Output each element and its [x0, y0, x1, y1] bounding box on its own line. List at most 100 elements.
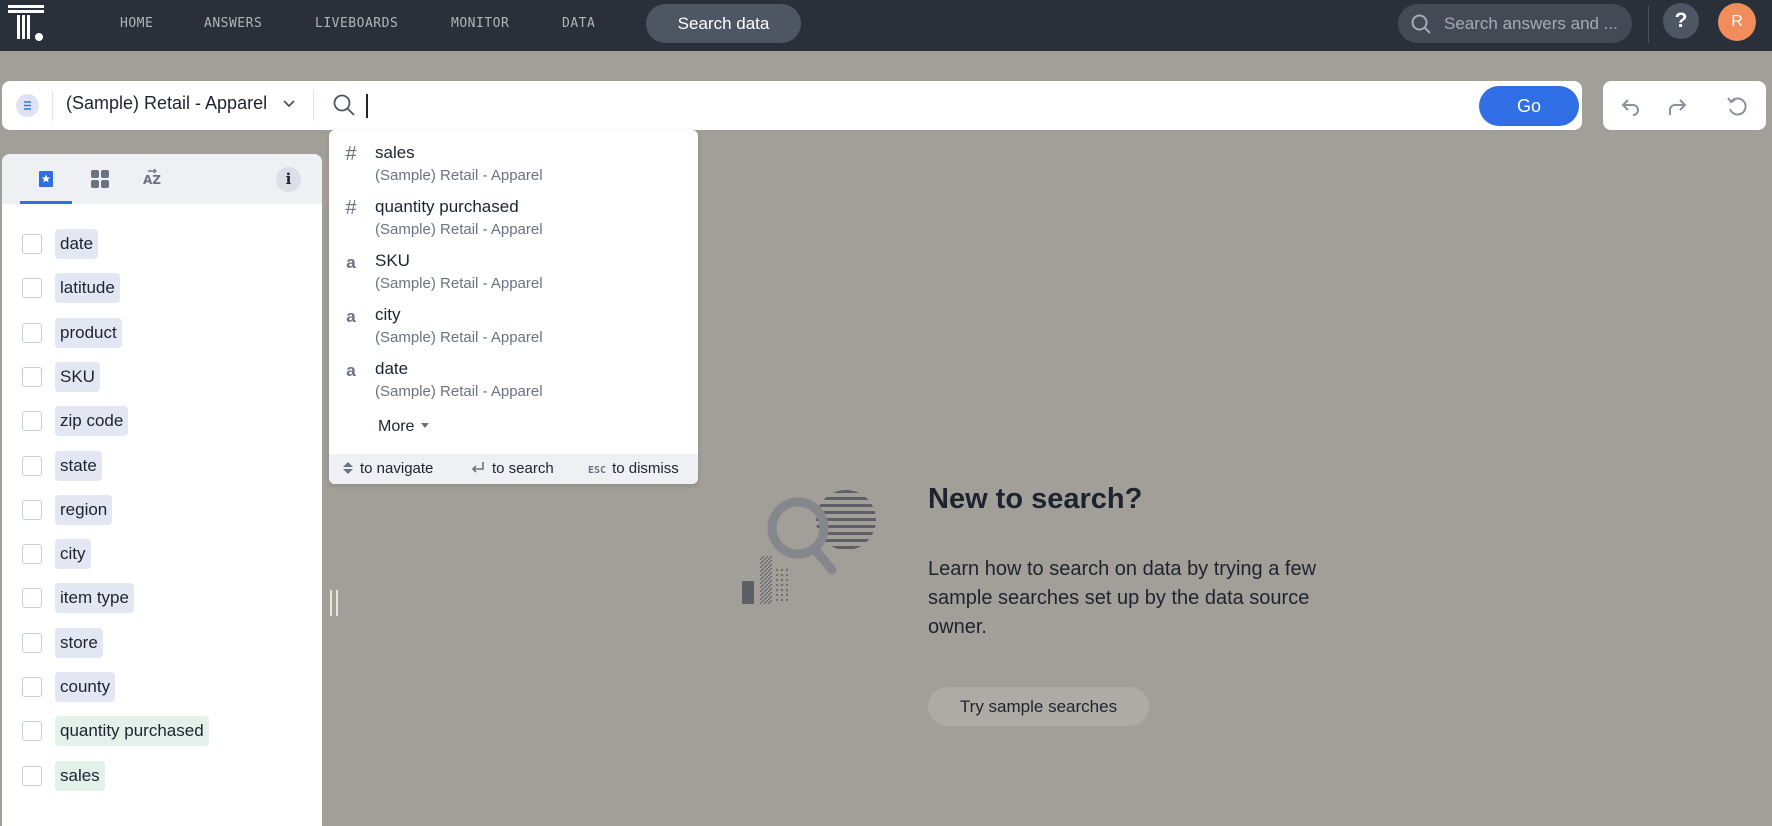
suggestion-item[interactable]: # quantity purchased (Sample) Retail - App… [329, 194, 698, 248]
column-checkbox[interactable] [22, 500, 42, 520]
column-row[interactable]: item type [2, 580, 322, 616]
column-chip[interactable]: sales [55, 761, 105, 791]
suggestion-name: date [375, 359, 409, 378]
column-row[interactable]: county [2, 669, 322, 705]
dismiss-hint: ESC to dismiss [588, 460, 679, 477]
column-row[interactable]: state [2, 448, 322, 484]
text-cursor [366, 94, 368, 118]
column-checkbox[interactable] [22, 278, 42, 298]
chevron-down-icon[interactable] [282, 97, 296, 111]
empty-state-title: New to search? [928, 483, 1143, 515]
suggestion-item[interactable]: a SKU (Sample) Retail - Apparel [329, 248, 698, 302]
column-chip[interactable]: SKU [55, 362, 100, 392]
empty-state-description: Learn how to search on data by trying a … [928, 558, 1317, 638]
column-row[interactable]: store [2, 625, 322, 661]
column-checkbox[interactable] [22, 633, 42, 653]
info-button[interactable]: i [276, 167, 301, 192]
measure-type-icon: # [345, 197, 357, 219]
user-avatar[interactable]: R [1718, 3, 1756, 41]
column-checkbox[interactable] [22, 588, 42, 608]
column-checkbox[interactable] [22, 234, 42, 254]
caret-down-icon [421, 423, 430, 428]
navigate-hint: to navigate [342, 460, 433, 477]
search-data-button[interactable]: Search data [646, 4, 801, 43]
global-search-input[interactable]: Search answers and ... [1398, 4, 1632, 43]
suggestion-name: quantity purchased [375, 197, 519, 216]
help-button[interactable]: ? [1663, 3, 1699, 39]
history-controls [1603, 81, 1766, 130]
column-chip[interactable]: state [55, 451, 102, 481]
column-chip[interactable]: date [55, 229, 99, 259]
try-sample-searches-button[interactable]: Try sample searches [928, 687, 1149, 726]
bookmark-star-icon[interactable] [34, 167, 58, 191]
data-source-selector[interactable]: (Sample) Retail - Apparel [66, 93, 267, 114]
column-row[interactable]: region [2, 492, 322, 528]
search-icon [333, 94, 355, 116]
search-illustration [742, 490, 876, 604]
column-row[interactable]: sales [2, 758, 322, 794]
search-suggestions-dropdown: # sales (Sample) Retail - Apparel # quantity… [329, 130, 698, 484]
enter-key-icon [471, 462, 484, 473]
panel-resize-handle[interactable] [330, 590, 338, 616]
column-row[interactable]: date [2, 226, 322, 262]
thoughtspot-logo[interactable] [6, 4, 46, 44]
search-icon [1411, 14, 1431, 34]
suggestion-item[interactable]: a date (Sample) Retail - Apparel [329, 356, 698, 410]
more-button[interactable]: More [378, 418, 430, 436]
nav-monitor[interactable]: MONITOR [451, 0, 509, 51]
grid-icon[interactable] [88, 167, 112, 191]
column-chip[interactable]: region [55, 495, 113, 525]
suggestion-name: sales [375, 143, 415, 162]
redo-icon[interactable] [1665, 94, 1689, 118]
column-checkbox[interactable] [22, 367, 42, 387]
column-chip[interactable]: zip code [55, 406, 129, 436]
searchbar-divider [52, 90, 53, 121]
sort-alphabetical-icon[interactable]: AZ [140, 167, 164, 191]
column-checkbox[interactable] [22, 411, 42, 431]
nav-home[interactable]: HOME [120, 0, 153, 51]
suggestion-item[interactable]: a city (Sample) Retail - Apparel [329, 302, 698, 356]
column-checkbox[interactable] [22, 544, 42, 564]
suggestion-source: (Sample) Retail - Apparel [375, 329, 543, 346]
reset-icon[interactable] [1725, 94, 1749, 118]
list-icon [24, 101, 31, 110]
column-checkbox[interactable] [22, 677, 42, 697]
column-chip[interactable]: city [55, 539, 91, 569]
more-label: More [378, 418, 415, 435]
column-checkbox[interactable] [22, 721, 42, 741]
column-row[interactable]: zip code [2, 403, 322, 439]
suggestion-source: (Sample) Retail - Apparel [375, 275, 543, 292]
nav-answers[interactable]: ANSWERS [204, 0, 262, 51]
column-chip[interactable]: county [55, 672, 116, 702]
suggestion-source: (Sample) Retail - Apparel [375, 221, 543, 238]
column-chip[interactable]: product [55, 318, 122, 348]
up-down-arrows-icon [343, 462, 353, 474]
suggestion-name: SKU [375, 251, 410, 270]
column-row[interactable]: quantity purchased [2, 713, 322, 749]
searchbar-divider [313, 90, 314, 121]
column-chip[interactable]: latitude [55, 273, 120, 303]
suggestion-item[interactable]: # sales (Sample) Retail - Apparel [329, 140, 698, 194]
search-bar: (Sample) Retail - Apparel Go [2, 81, 1582, 130]
attribute-type-icon: a [346, 253, 356, 272]
column-checkbox[interactable] [22, 766, 42, 786]
data-panel-tabs: AZ i [2, 154, 322, 204]
column-chip[interactable]: store [55, 628, 103, 658]
column-checkbox[interactable] [22, 456, 42, 476]
suggestion-source: (Sample) Retail - Apparel [375, 383, 543, 400]
column-chip[interactable]: quantity purchased [55, 716, 209, 746]
column-row[interactable]: city [2, 536, 322, 572]
nav-data[interactable]: DATA [562, 0, 595, 51]
go-button[interactable]: Go [1479, 86, 1579, 126]
data-panel-toggle-button[interactable] [16, 94, 39, 117]
column-row[interactable]: SKU [2, 359, 322, 395]
column-chip[interactable]: item type [55, 583, 134, 613]
nav-liveboards[interactable]: LIVEBOARDS [315, 0, 398, 51]
top-navigation-bar: HOME ANSWERS LIVEBOARDS MONITOR DATA Sea… [0, 0, 1772, 51]
column-row[interactable]: latitude [2, 270, 322, 306]
column-checkbox[interactable] [22, 323, 42, 343]
column-row[interactable]: product [2, 315, 322, 351]
undo-icon[interactable] [1619, 94, 1643, 118]
data-panel: AZ i date latitude product SKU zip code state… [2, 154, 322, 826]
global-search-placeholder: Search answers and ... [1444, 14, 1618, 33]
